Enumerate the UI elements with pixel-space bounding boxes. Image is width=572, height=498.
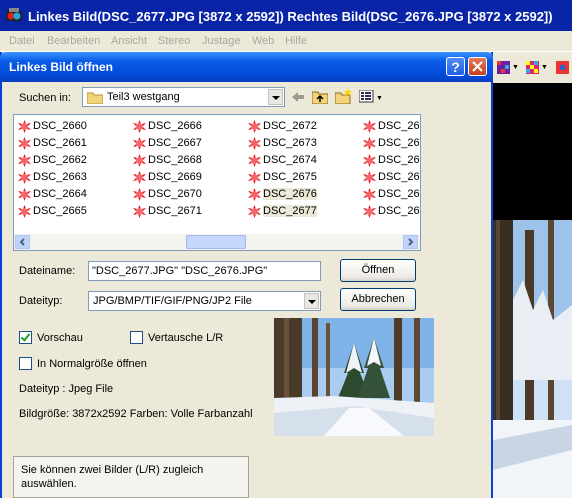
file-name: DSC_2669 <box>148 171 202 183</box>
file-name: DSC_2660 <box>33 120 87 132</box>
help-button[interactable]: ? <box>446 57 465 76</box>
image-file-icon <box>18 120 31 133</box>
open-button[interactable]: Öffnen <box>340 259 416 282</box>
file-name: DSC_2662 <box>33 154 87 166</box>
file-name: DSC_2677 <box>263 205 317 217</box>
filetype-label: Dateityp: <box>19 295 63 307</box>
file-name: DSC_267 <box>378 137 419 149</box>
file-name: DSC_2661 <box>33 137 87 149</box>
preview-label: Vorschau <box>37 332 83 344</box>
file-name: DSC_2663 <box>33 171 87 183</box>
chevron-left-icon <box>19 238 25 246</box>
filename-label: Dateiname: <box>19 265 76 277</box>
anaglyph-mode-icon[interactable] <box>497 61 510 74</box>
preview-image <box>274 318 434 436</box>
image-file-icon <box>363 171 376 184</box>
image-file-icon <box>248 120 261 133</box>
image-file-icon <box>248 137 261 150</box>
cancel-button[interactable]: Abbrechen <box>340 288 416 311</box>
close-icon <box>472 61 483 72</box>
file-name: DSC_268 <box>378 188 419 200</box>
color-mode-icon[interactable] <box>556 61 569 74</box>
image-file-icon <box>248 154 261 167</box>
file-name: DSC_2675 <box>263 171 317 183</box>
image-file-icon <box>363 120 376 133</box>
right-image-pane-top <box>493 83 572 220</box>
file-name: DSC_2668 <box>148 154 202 166</box>
file-name: DSC_2664 <box>33 188 87 200</box>
image-file-icon <box>18 171 31 184</box>
image-file-icon <box>18 188 31 201</box>
image-file-icon <box>363 154 376 167</box>
dropdown-arrow-icon[interactable]: ▼ <box>512 64 519 71</box>
image-file-icon <box>133 171 146 184</box>
file-name: DSC_267 <box>378 120 419 132</box>
scroll-left-button[interactable] <box>15 235 30 249</box>
image-file-icon <box>133 188 146 201</box>
chevron-right-icon <box>408 238 414 246</box>
right-image-photo <box>493 220 572 498</box>
normal-size-label: In Normalgröße öffnen <box>37 358 147 370</box>
checker-mode-icon[interactable] <box>526 61 539 74</box>
scroll-right-button[interactable] <box>403 235 418 249</box>
image-file-icon <box>363 205 376 218</box>
image-file-icon <box>133 205 146 218</box>
image-file-icon <box>248 171 261 184</box>
swap-lr-label: Vertausche L/R <box>148 332 224 344</box>
chevron-down-icon[interactable] <box>304 293 319 309</box>
file-name: DSC_2673 <box>263 137 317 149</box>
image-file-icon <box>248 205 261 218</box>
file-name: DSC_2671 <box>148 205 202 217</box>
image-file-icon <box>248 188 261 201</box>
file-name: DSC_2670 <box>148 188 202 200</box>
filename-input[interactable]: "DSC_2677.JPG" "DSC_2676.JPG" <box>88 261 321 281</box>
hint-text: Sie können zwei Bilder (L/R) zugleich au… <box>21 464 204 490</box>
file-name: DSC_268 <box>378 171 419 183</box>
file-name: DSC_2666 <box>148 120 202 132</box>
file-name: DSC_2674 <box>263 154 317 166</box>
file-name: DSC_2672 <box>263 120 317 132</box>
image-file-icon <box>363 188 376 201</box>
scroll-thumb[interactable] <box>186 235 246 249</box>
image-file-icon <box>133 120 146 133</box>
filetype-value: JPG/BMP/TIF/GIF/PNG/JP2 File <box>93 295 252 307</box>
file-name: DSC_268 <box>378 154 419 166</box>
image-file-icon <box>18 205 31 218</box>
image-file-icon <box>18 154 31 167</box>
close-button[interactable] <box>468 57 487 76</box>
file-name: DSC_268 <box>378 205 419 217</box>
dropdown-arrow-icon[interactable]: ▼ <box>541 64 548 71</box>
image-file-icon <box>133 137 146 150</box>
filetype-select[interactable]: JPG/BMP/TIF/GIF/PNG/JP2 File <box>88 291 321 311</box>
image-size-info: Bildgröße: 3872x2592 Farben: Volle Farba… <box>19 408 253 420</box>
preview-checkbox[interactable] <box>19 331 32 344</box>
image-file-icon <box>133 154 146 167</box>
image-file-icon <box>363 137 376 150</box>
file-name: DSC_2667 <box>148 137 202 149</box>
normal-size-checkbox[interactable] <box>19 357 32 370</box>
file-name: DSC_2676 <box>263 188 317 200</box>
swap-lr-checkbox[interactable] <box>130 331 143 344</box>
filetype-info: Dateityp : Jpeg File <box>19 383 114 395</box>
file-name: DSC_2665 <box>33 205 87 217</box>
hint-box: Sie können zwei Bilder (L/R) zugleich au… <box>13 456 249 498</box>
filename-value: "DSC_2677.JPG" "DSC_2676.JPG" <box>92 265 268 277</box>
image-file-icon <box>18 137 31 150</box>
